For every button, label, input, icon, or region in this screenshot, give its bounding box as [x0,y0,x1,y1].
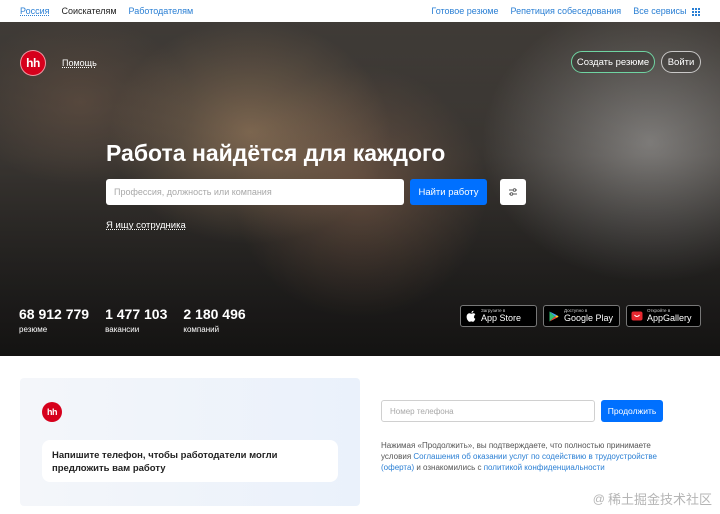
stat-label: компаний [183,325,220,334]
region-link[interactable]: Россия [20,6,50,16]
employer-search-link[interactable]: Я ищу сотрудника [106,220,186,231]
job-search-input[interactable] [106,179,404,205]
stat-resumes: 68 912 779 резюме [19,306,89,334]
top-navigation-bar: Россия Соискателям Работодателям Готовое… [0,0,720,22]
stat-companies: 2 180 496 компаний [183,306,245,334]
store-text: Доступно в Google Play [564,309,613,323]
stat-value: 1 477 103 [105,306,168,322]
watermark: @ 稀土掘金技术社区 [593,489,712,508]
top-nav-right: Готовое резюме Репетиция собеседования В… [431,6,700,16]
phone-signup-section: hh Напишите телефон, чтобы работодатели … [0,356,720,514]
huawei-icon [631,310,643,322]
privacy-policy-link[interactable]: политикой конфиденциальности [484,463,605,472]
all-services-link[interactable]: Все сервисы [633,6,700,16]
signup-promo-panel: hh Напишите телефон, чтобы работодатели … [20,378,360,506]
login-button[interactable]: Войти [661,51,701,73]
stat-label: вакансии [105,325,140,334]
stat-label: резюме [19,325,48,334]
store-name: AppGallery [647,312,692,323]
signup-promo-text: Напишите телефон, чтобы работодатели мог… [42,440,338,482]
hero-banner: hh Помощь Создать резюме Войти Работа на… [0,22,720,356]
hh-logo[interactable]: hh [20,50,46,76]
store-name: App Store [481,312,522,323]
phone-number-input[interactable] [381,400,595,422]
help-link[interactable]: Помощь [62,58,97,68]
hh-logo-small: hh [42,402,62,422]
continue-button[interactable]: Продолжить [601,400,663,422]
google-play-icon [548,310,560,322]
google-play-badge[interactable]: Доступно в Google Play [543,305,620,327]
top-nav-left: Россия Соискателям Работодателям [20,6,193,16]
seekers-link[interactable]: Соискателям [62,6,117,16]
hero-title: Работа найдётся для каждого [106,140,446,166]
stat-vacancies: 1 477 103 вакансии [105,306,167,334]
stat-value: 2 180 496 [183,306,246,322]
legal-notice: Нажимая «Продолжить», вы подтверждаете, … [381,440,671,473]
find-job-button[interactable]: Найти работу [410,179,487,205]
advanced-search-button[interactable] [500,179,526,205]
filter-icon [509,188,517,196]
apps-grid-icon [692,7,700,16]
store-text: Откройте в AppGallery [647,309,692,323]
store-text: Загрузите в App Store [481,309,521,323]
watermark-text: 稀土掘金技术社区 [607,492,712,507]
store-name: Google Play [563,312,613,323]
employers-link[interactable]: Работодателям [129,6,194,16]
interview-rehearsal-link[interactable]: Репетиция собеседования [511,6,622,16]
app-store-badge[interactable]: Загрузите в App Store [460,305,537,327]
app-gallery-badge[interactable]: Откройте в AppGallery [626,305,701,327]
watermark-at: @ [592,491,605,506]
apple-icon [465,310,477,322]
legal-text: и ознакомились с [414,463,484,472]
all-services-label: Все сервисы [633,6,687,16]
create-resume-button[interactable]: Создать резюме [571,51,655,73]
stat-value: 68 912 779 [19,306,90,322]
ready-resume-link[interactable]: Готовое резюме [431,6,498,16]
app-store-badges: Загрузите в App Store Доступно в Google … [460,305,701,327]
site-statistics: 68 912 779 резюме 1 477 103 вакансии 2 1… [19,306,246,334]
